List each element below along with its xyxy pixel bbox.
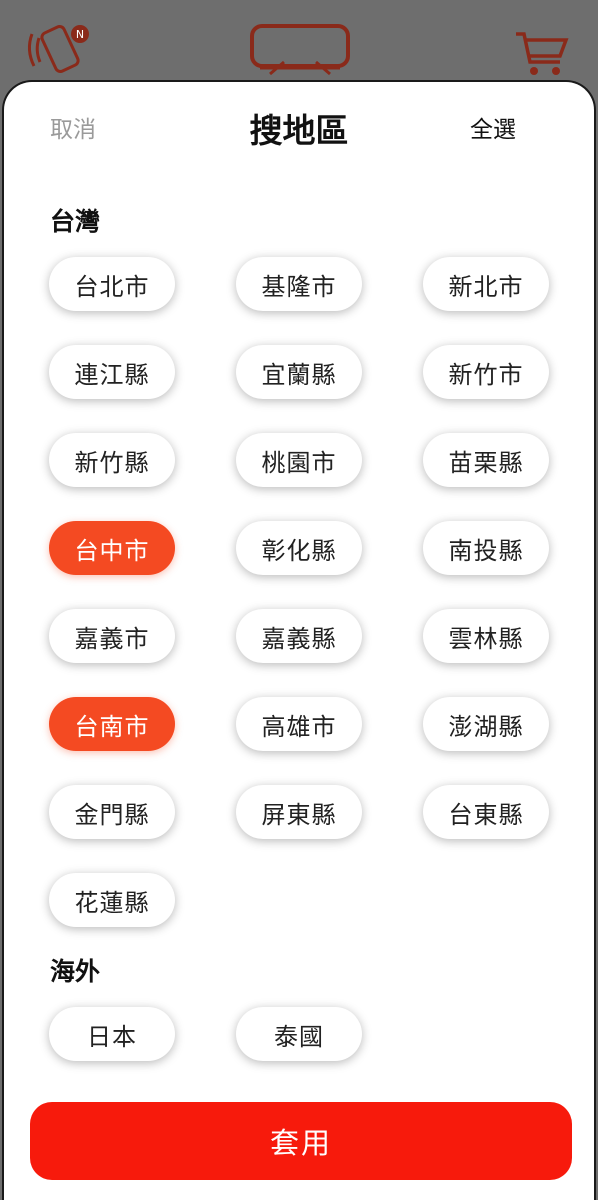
svg-text:N: N	[76, 28, 84, 41]
region-chip[interactable]: 基隆市	[236, 257, 362, 311]
region-chip[interactable]: 嘉義縣	[236, 609, 362, 663]
phone-notification-icon[interactable]: N	[24, 22, 94, 78]
region-chip[interactable]: 澎湖縣	[423, 697, 549, 751]
brand-logo	[250, 24, 350, 76]
region-chip[interactable]: 桃園市	[236, 433, 362, 487]
cart-icon[interactable]	[514, 28, 570, 78]
region-chip[interactable]: 金門縣	[49, 785, 175, 839]
section-title-overseas: 海外	[50, 957, 101, 986]
region-chip[interactable]: 南投縣	[423, 521, 549, 575]
section-title-taiwan: 台灣	[50, 207, 101, 236]
region-chip[interactable]: 新北市	[423, 257, 549, 311]
region-chip[interactable]: 花蓮縣	[49, 873, 175, 927]
region-chip[interactable]: 新竹市	[423, 345, 549, 399]
region-chip[interactable]: 雲林縣	[423, 609, 549, 663]
region-chip[interactable]: 泰國	[236, 1007, 362, 1061]
region-chip[interactable]: 台南市	[49, 697, 175, 751]
region-chip[interactable]: 連江縣	[49, 345, 175, 399]
region-picker-sheet: 取消 搜地區 全選 台灣 海外 台北市 基隆市 新北市連江縣 宜蘭縣 新竹市新竹縣 桃園市…	[2, 80, 596, 1200]
region-chip[interactable]: 新竹縣	[49, 433, 175, 487]
apply-button[interactable]: 套用	[30, 1102, 572, 1180]
region-chip[interactable]: 日本	[49, 1007, 175, 1061]
region-chip[interactable]: 屏東縣	[236, 785, 362, 839]
region-chip[interactable]: 高雄市	[236, 697, 362, 751]
region-chip[interactable]: 台中市	[49, 521, 175, 575]
select-all-button[interactable]: 全選	[470, 110, 516, 144]
region-chip[interactable]: 彰化縣	[236, 521, 362, 575]
region-chip[interactable]: 苗栗縣	[423, 433, 549, 487]
background-app-bar: N	[0, 0, 598, 80]
region-chip[interactable]: 宜蘭縣	[236, 345, 362, 399]
region-chip[interactable]: 嘉義市	[49, 609, 175, 663]
region-chip[interactable]: 台東縣	[423, 785, 549, 839]
sheet-header: 取消 搜地區 全選	[4, 82, 594, 172]
region-chip[interactable]: 台北市	[49, 257, 175, 311]
